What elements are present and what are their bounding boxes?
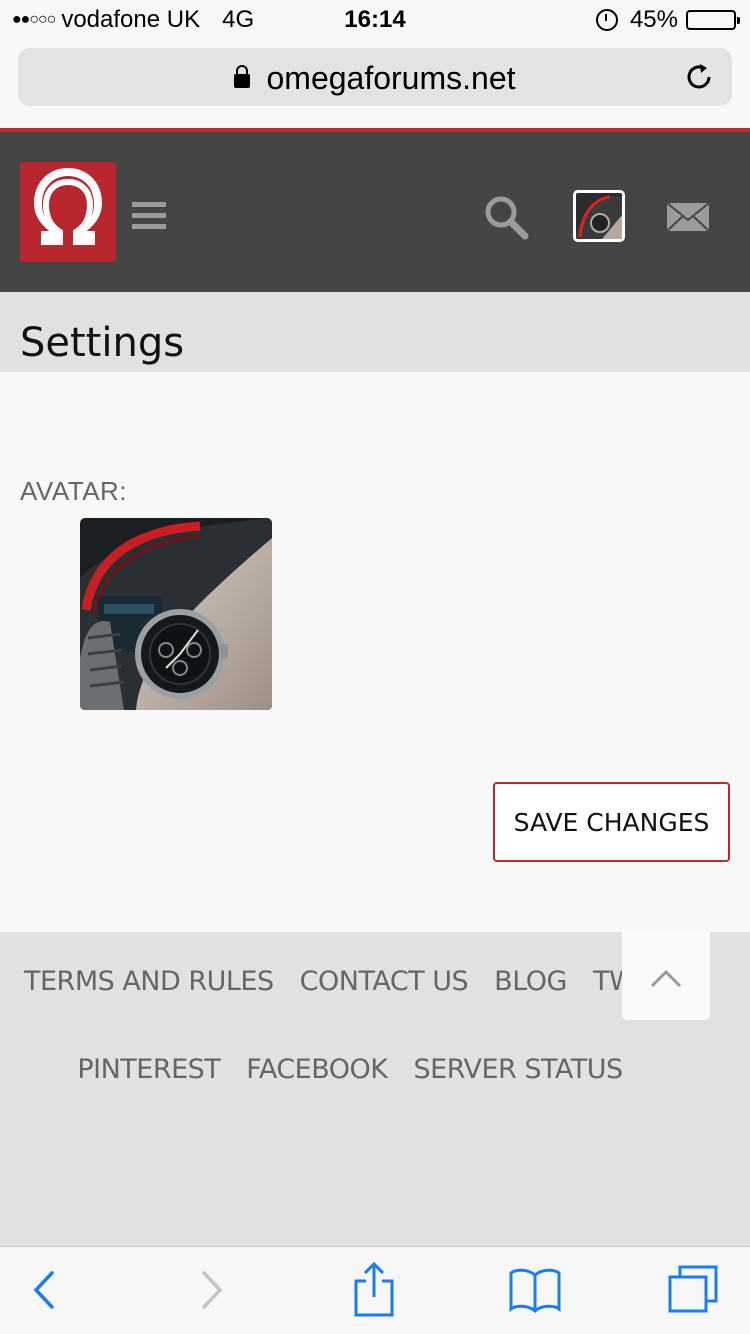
search-icon[interactable] xyxy=(483,194,529,240)
alarm-icon xyxy=(595,9,618,31)
back-icon[interactable] xyxy=(30,1265,58,1315)
address-bar[interactable]: omegaforums.net xyxy=(18,48,732,106)
browser-toolbar xyxy=(0,1246,750,1334)
battery-percent: 45% xyxy=(629,6,678,33)
forward-icon[interactable] xyxy=(198,1265,226,1315)
chevron-up-icon xyxy=(650,969,682,988)
reload-icon[interactable] xyxy=(684,62,714,92)
hamburger-menu-icon[interactable] xyxy=(132,202,166,230)
scroll-to-top-button[interactable] xyxy=(622,932,710,1020)
omega-logo-icon[interactable] xyxy=(20,162,116,262)
save-changes-button[interactable]: SAVE CHANGES xyxy=(493,782,730,862)
site-header xyxy=(0,128,750,292)
settings-content: AVATAR: SAVE CHANGES xyxy=(0,372,750,932)
lock-icon xyxy=(234,65,251,88)
avatar-image[interactable] xyxy=(80,518,272,710)
footer-link-contact[interactable]: CONTACT US xyxy=(300,966,469,997)
avatar-label: AVATAR: xyxy=(20,476,128,506)
footer-link-facebook[interactable]: FACEBOOK xyxy=(246,1054,388,1085)
tabs-icon[interactable] xyxy=(666,1265,720,1315)
footer-link-pinterest[interactable]: PINTEREST xyxy=(77,1054,220,1085)
share-icon[interactable] xyxy=(352,1261,396,1319)
footer: TERMS AND RULESCONTACT USBLOGTWITTER PIN… xyxy=(0,932,750,1246)
user-avatar[interactable] xyxy=(573,190,625,242)
status-bar: ●●○○○ vodafone UK 4G 16:14 45% xyxy=(0,0,750,40)
url-display[interactable]: omegaforums.net xyxy=(18,60,732,97)
mail-icon[interactable] xyxy=(666,202,710,232)
footer-link-server-status[interactable]: SERVER STATUS xyxy=(414,1054,624,1085)
status-right: 45% xyxy=(595,6,740,34)
footer-links-row2: PINTEREST FACEBOOK SERVER STATUS xyxy=(0,1054,700,1085)
footer-link-blog[interactable]: BLOG xyxy=(494,966,567,997)
page-title: Settings xyxy=(20,320,185,366)
footer-link-terms[interactable]: TERMS AND RULES xyxy=(24,966,274,997)
title-band: Settings xyxy=(0,292,750,372)
url-text: omegaforums.net xyxy=(266,60,516,96)
bookmarks-icon[interactable] xyxy=(508,1267,562,1313)
battery-icon xyxy=(686,10,740,30)
